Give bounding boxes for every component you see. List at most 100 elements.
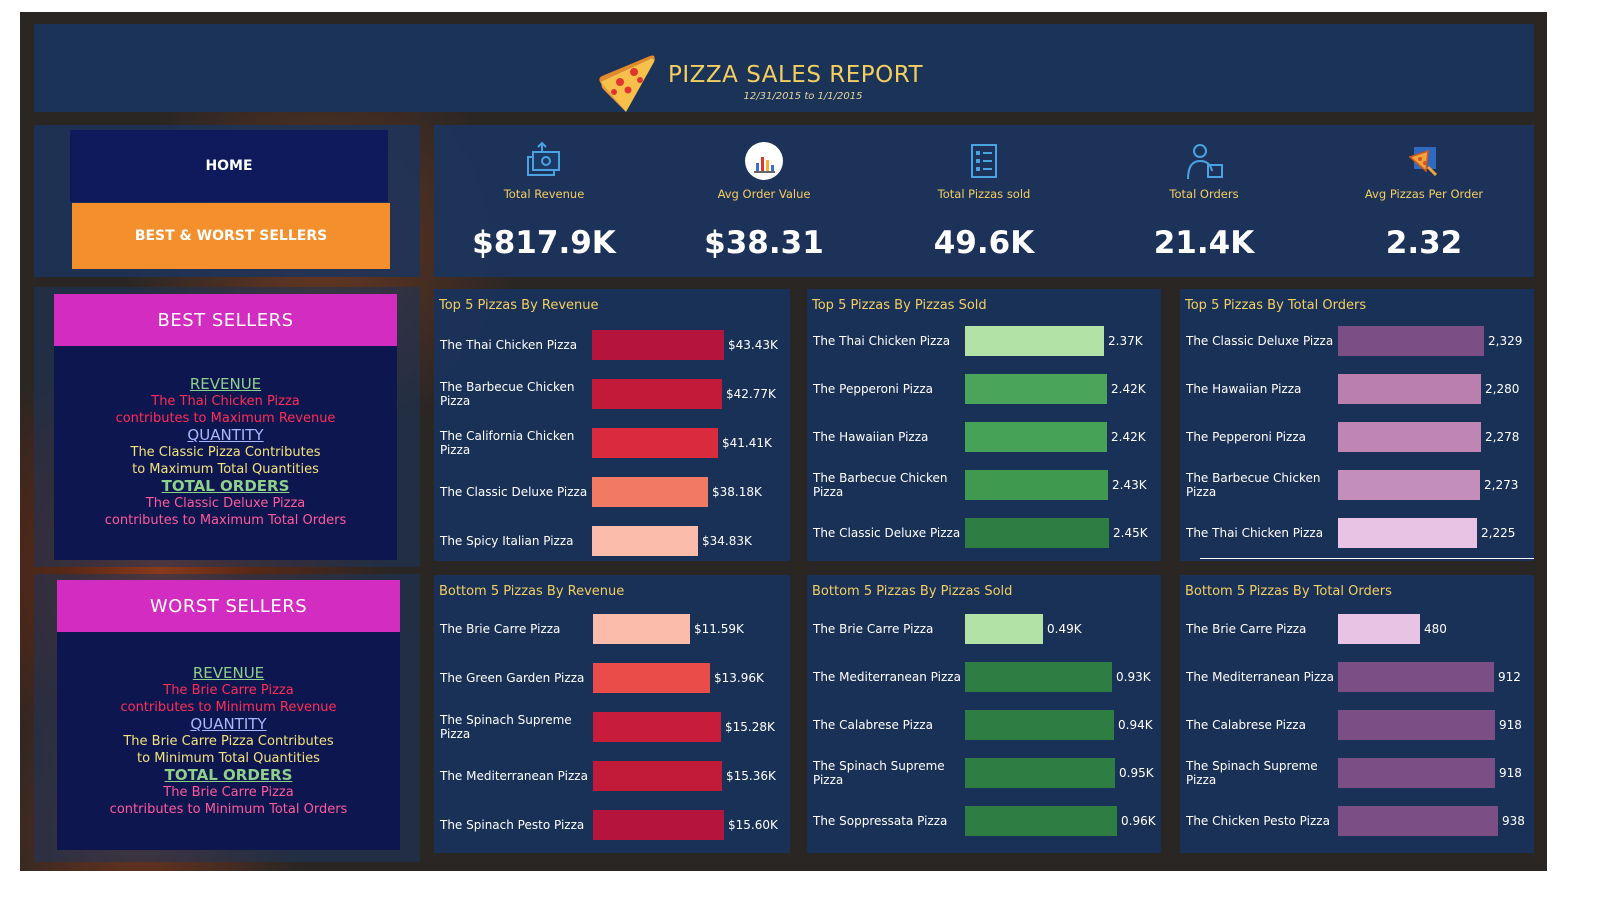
bar[interactable] xyxy=(1338,614,1420,644)
category-label: The Pepperoni Pizza xyxy=(1186,430,1306,444)
bar-row: The Green Garden Pizza $13.96K xyxy=(434,663,790,693)
bar-row: The Classic Deluxe Pizza $38.18K xyxy=(434,477,790,507)
bar-value-label: 2,278 xyxy=(1485,430,1520,444)
bar[interactable] xyxy=(965,758,1115,788)
worst-quantity-line2: to Minimum Total Quantities xyxy=(137,751,320,766)
bar-row: The Pepperoni Pizza 2.42K xyxy=(807,374,1161,404)
bar-value-label: 2.42K xyxy=(1111,430,1146,444)
kpi-total-revenue: Total Revenue $817.9K xyxy=(434,125,654,277)
bar[interactable] xyxy=(965,326,1104,356)
chart-top-total-orders: Top 5 Pizzas By Total Orders The Classic … xyxy=(1180,289,1534,561)
pizza-box-icon xyxy=(1408,147,1438,177)
category-label: The Spinach Supreme Pizza xyxy=(1186,759,1318,787)
kpi-strip: Total Revenue $817.9K Avg Order Value $3… xyxy=(434,125,1534,277)
bar[interactable] xyxy=(593,712,721,742)
best-quantity-link[interactable]: QUANTITY xyxy=(54,427,397,444)
category-label: The Classic Deluxe Pizza xyxy=(1186,334,1334,348)
bar[interactable] xyxy=(592,477,708,507)
worst-quantity-line1: The Brie Carre Pizza Contributes xyxy=(123,734,334,749)
kpi-value: 2.32 xyxy=(1385,225,1463,261)
category-label: The Barbecue Chicken Pizza xyxy=(813,471,948,499)
bar[interactable] xyxy=(1338,470,1480,500)
bar-value-label: 2.42K xyxy=(1111,382,1146,396)
best-revenue-line2: contributes to Maximum Revenue xyxy=(115,411,336,426)
home-button[interactable]: HOME xyxy=(70,130,388,202)
bar[interactable] xyxy=(592,330,724,360)
bar[interactable] xyxy=(592,428,718,458)
bar-row: The California Chicken Pizza $41.41K xyxy=(434,428,790,458)
bar[interactable] xyxy=(592,526,698,556)
bar-value-label: $15.28K xyxy=(725,720,775,734)
chart-report-icon xyxy=(745,142,783,180)
bar-row: The Spinach Supreme Pizza $15.28K xyxy=(434,712,790,742)
checklist-icon xyxy=(971,144,997,178)
worst-orders-line2: contributes to Minimum Total Orders xyxy=(109,802,348,817)
best-orders-link[interactable]: TOTAL ORDERS xyxy=(54,478,397,495)
category-label: The Thai Chicken Pizza xyxy=(440,338,578,352)
bar-value-label: 2,225 xyxy=(1481,526,1516,540)
worst-revenue-line1: The Brie Carre Pizza xyxy=(163,683,294,698)
bar[interactable] xyxy=(1338,758,1495,788)
bar[interactable] xyxy=(965,614,1043,644)
best-quantity-line1: The Classic Pizza Contributes xyxy=(130,445,321,460)
bar-value-label: $38.18K xyxy=(712,485,762,499)
bar-row: The Hawaiian Pizza 2,280 xyxy=(1180,374,1534,404)
worst-revenue-line2: contributes to Minimum Revenue xyxy=(120,700,337,715)
bar[interactable] xyxy=(965,374,1107,404)
category-label: The Hawaiian Pizza xyxy=(813,430,929,444)
category-label: The Barbecue Chicken Pizza xyxy=(440,380,575,408)
bar[interactable] xyxy=(593,663,710,693)
worst-quantity-link[interactable]: QUANTITY xyxy=(57,716,400,733)
bar-row: The Thai Chicken Pizza 2,225 xyxy=(1180,518,1534,548)
bar-value-label: 2,329 xyxy=(1488,334,1523,348)
category-label: The Pepperoni Pizza xyxy=(813,382,933,396)
best-revenue-line1: The Thai Chicken Pizza xyxy=(151,394,300,409)
bar[interactable] xyxy=(965,422,1107,452)
bar-value-label: 0.96K xyxy=(1121,814,1156,828)
bar[interactable] xyxy=(1338,662,1494,692)
chart-top-pizzas-sold: Top 5 Pizzas By Pizzas Sold The Thai Chic… xyxy=(807,289,1161,561)
category-label: The Mediterranean Pizza xyxy=(1186,670,1334,684)
bar[interactable] xyxy=(1338,326,1484,356)
bar[interactable] xyxy=(965,662,1112,692)
worst-revenue-link[interactable]: REVENUE xyxy=(57,665,400,682)
delivery-person-icon xyxy=(1187,144,1223,180)
bar[interactable] xyxy=(1338,710,1495,740)
bar[interactable] xyxy=(1338,518,1477,548)
bar[interactable] xyxy=(593,761,722,791)
kpi-value: $38.31 xyxy=(704,225,824,261)
kpi-label: Avg Order Value xyxy=(717,187,811,201)
bar-row: The Thai Chicken Pizza 2.37K xyxy=(807,326,1161,356)
bar-value-label: 2.37K xyxy=(1108,334,1143,348)
bar[interactable] xyxy=(593,614,690,644)
category-label: The Classic Deluxe Pizza xyxy=(813,526,961,540)
category-label: The Chicken Pesto Pizza xyxy=(1186,814,1330,828)
category-label: The Spinach Supreme Pizza xyxy=(813,759,945,787)
bar[interactable] xyxy=(965,470,1108,500)
best-worst-sellers-button[interactable]: BEST & WORST SELLERS xyxy=(72,203,390,269)
bar[interactable] xyxy=(965,710,1114,740)
category-label: The California Chicken Pizza xyxy=(440,429,575,457)
bar-value-label: $41.41K xyxy=(722,436,772,450)
chart-divider-line xyxy=(1200,558,1534,559)
bar[interactable] xyxy=(965,806,1117,836)
bar-value-label: $34.83K xyxy=(702,534,752,548)
category-label: The Spinach Supreme Pizza xyxy=(440,713,572,741)
kpi-avg-order-value: Avg Order Value $38.31 xyxy=(654,125,874,277)
bar-row: The Classic Deluxe Pizza 2.45K xyxy=(807,518,1161,548)
best-revenue-link[interactable]: REVENUE xyxy=(54,376,397,393)
bar[interactable] xyxy=(965,518,1109,548)
bar-row: The Barbecue Chicken Pizza 2.43K xyxy=(807,470,1161,500)
bar[interactable] xyxy=(592,379,722,409)
bar[interactable] xyxy=(1338,422,1481,452)
kpi-label: Total Pizzas sold xyxy=(937,187,1031,201)
bar[interactable] xyxy=(1338,374,1481,404)
category-label: The Hawaiian Pizza xyxy=(1186,382,1302,396)
bar-row: The Thai Chicken Pizza $43.43K xyxy=(434,330,790,360)
worst-orders-link[interactable]: TOTAL ORDERS xyxy=(57,767,400,784)
bar-row: The Pepperoni Pizza 2,278 xyxy=(1180,422,1534,452)
bar[interactable] xyxy=(1338,806,1498,836)
best-quantity-line2: to Maximum Total Quantities xyxy=(132,462,319,477)
bar[interactable] xyxy=(593,810,724,840)
category-label: The Thai Chicken Pizza xyxy=(1186,526,1324,540)
